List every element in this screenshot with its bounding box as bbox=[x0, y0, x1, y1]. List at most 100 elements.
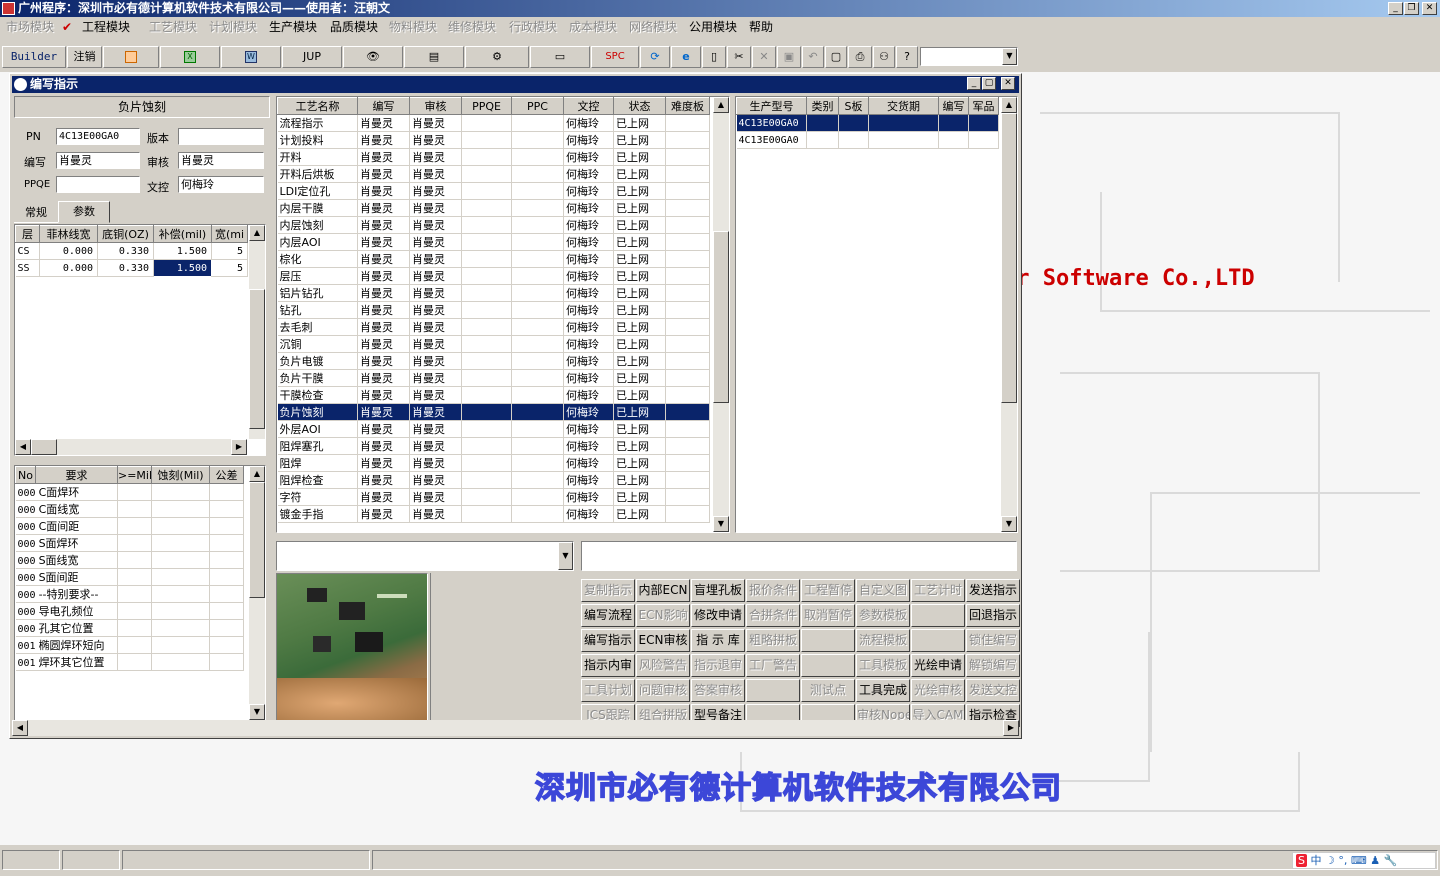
process-cell[interactable]: 肖曼灵 bbox=[409, 335, 462, 353]
menu-6[interactable]: 物料模块 bbox=[389, 17, 437, 37]
action-button[interactable]: 测试点 bbox=[801, 679, 855, 702]
process-cell[interactable] bbox=[461, 437, 512, 455]
requirement-cell[interactable] bbox=[117, 483, 152, 501]
menu-4[interactable]: 生产模块 bbox=[269, 17, 317, 37]
model-cell[interactable]: 4C13E00GA0 bbox=[736, 114, 807, 132]
process-column-header[interactable]: 文控 bbox=[563, 97, 614, 115]
action-button[interactable]: 答案审核 bbox=[691, 679, 745, 702]
process-cell[interactable] bbox=[461, 165, 512, 183]
process-cell[interactable]: 负片蚀刻 bbox=[277, 403, 358, 421]
process-row[interactable]: 阻焊塞孔 肖曼灵 肖曼灵 何梅玲 已上网 bbox=[277, 437, 710, 455]
process-column-header[interactable]: PPQE bbox=[461, 97, 512, 115]
process-cell[interactable]: 已上网 bbox=[613, 284, 666, 302]
action-button[interactable]: 工具模板 bbox=[856, 654, 910, 677]
process-cell[interactable]: 肖曼灵 bbox=[357, 471, 410, 489]
model-cell[interactable]: 4C13E00GA0 bbox=[736, 131, 807, 149]
action-button[interactable]: 编写指示 bbox=[581, 629, 635, 652]
cut-button[interactable]: ✂ bbox=[727, 46, 751, 68]
process-cell[interactable]: 何梅玲 bbox=[563, 199, 614, 217]
action-button[interactable]: 参数模板 bbox=[856, 604, 910, 627]
process-cell[interactable]: 何梅玲 bbox=[563, 114, 614, 132]
process-cell[interactable]: 何梅玲 bbox=[563, 284, 614, 302]
tab-general[interactable]: 常规 bbox=[14, 204, 58, 223]
process-row[interactable]: 棕化 肖曼灵 肖曼灵 何梅玲 已上网 bbox=[277, 250, 710, 268]
process-cell[interactable]: 干膜检查 bbox=[277, 386, 358, 404]
process-cell[interactable] bbox=[511, 471, 564, 489]
model-row[interactable]: 4C13E00GA0 bbox=[736, 131, 999, 149]
model-cell[interactable] bbox=[968, 131, 999, 149]
requirement-cell[interactable] bbox=[117, 602, 152, 620]
requirement-row[interactable]: 000 --特别要求-- bbox=[15, 585, 244, 603]
requirement-cell[interactable] bbox=[117, 585, 152, 603]
process-cell[interactable] bbox=[665, 301, 710, 319]
refresh-button[interactable]: ⟳ bbox=[640, 46, 670, 68]
requirement-cell[interactable] bbox=[151, 500, 210, 518]
process-cell[interactable] bbox=[511, 505, 564, 523]
window-hscroll[interactable]: ◀ ▶ bbox=[12, 720, 1019, 736]
action-button[interactable]: 工具计划 bbox=[581, 679, 635, 702]
window-minimize-icon[interactable]: _ bbox=[967, 77, 981, 90]
requirement-cell[interactable] bbox=[117, 517, 152, 535]
param-cell[interactable]: 5 bbox=[211, 259, 248, 277]
process-cell[interactable]: 肖曼灵 bbox=[357, 335, 410, 353]
undo-button[interactable]: ↶ bbox=[802, 46, 824, 68]
excel-button[interactable]: X bbox=[160, 46, 220, 68]
ie-button[interactable]: e bbox=[671, 46, 701, 68]
requirement-column-header[interactable]: No bbox=[15, 466, 36, 484]
powerpoint-button[interactable] bbox=[103, 46, 159, 68]
process-cell[interactable] bbox=[665, 267, 710, 285]
action-button[interactable] bbox=[746, 679, 800, 702]
requirement-row[interactable]: 000 C面焊环 bbox=[15, 483, 244, 501]
model-cell[interactable] bbox=[938, 114, 969, 132]
process-cell[interactable]: 何梅玲 bbox=[563, 437, 614, 455]
delete-button[interactable]: ✕ bbox=[752, 46, 776, 68]
pn-field[interactable]: 4C13E00GA0 bbox=[56, 128, 140, 145]
requirement-column-header[interactable]: 公差 bbox=[209, 466, 244, 484]
requirement-cell[interactable] bbox=[117, 534, 152, 552]
process-cell[interactable] bbox=[511, 131, 564, 149]
param-column-header[interactable]: 菲林线宽 bbox=[39, 225, 98, 243]
scroll-up-icon[interactable]: ▲ bbox=[713, 97, 729, 113]
ime-toolbar[interactable]: S 中 ☽ °, ⌨ ♟ 🔧 bbox=[1292, 852, 1436, 869]
process-row[interactable]: 开料 肖曼灵 肖曼灵 何梅玲 已上网 bbox=[277, 148, 710, 166]
requirement-cell[interactable] bbox=[117, 653, 152, 671]
keyboard-icon[interactable]: ⌨ bbox=[1351, 854, 1367, 867]
logout-button[interactable]: 注销 bbox=[67, 46, 102, 68]
requirement-row[interactable]: 001 椭圆焊环短向 bbox=[15, 636, 244, 654]
process-cell[interactable]: 肖曼灵 bbox=[357, 386, 410, 404]
process-cell[interactable] bbox=[665, 403, 710, 421]
param-vscroll[interactable]: ▲ bbox=[249, 225, 265, 439]
process-cell[interactable]: 已上网 bbox=[613, 454, 666, 472]
requirement-cell[interactable] bbox=[209, 653, 244, 671]
process-cell[interactable] bbox=[665, 505, 710, 523]
scroll-right-icon[interactable]: ▶ bbox=[231, 439, 247, 455]
model-cell[interactable] bbox=[806, 114, 839, 132]
process-column-header[interactable]: 难度板 bbox=[665, 97, 710, 115]
model-column-header[interactable]: 编写 bbox=[938, 97, 969, 115]
process-cell[interactable] bbox=[511, 199, 564, 217]
action-button[interactable]: 发送文控 bbox=[966, 679, 1020, 702]
requirement-cell[interactable]: 000 S面间距 bbox=[15, 568, 118, 586]
process-row[interactable]: 字符 肖曼灵 肖曼灵 何梅玲 已上网 bbox=[277, 488, 710, 506]
scroll-down-icon[interactable]: ▼ bbox=[1001, 516, 1017, 532]
process-cell[interactable] bbox=[461, 369, 512, 387]
process-row[interactable]: 负片电镀 肖曼灵 肖曼灵 何梅玲 已上网 bbox=[277, 352, 710, 370]
param-cell[interactable]: SS bbox=[15, 259, 40, 277]
action-button[interactable]: 指 示 库 bbox=[691, 629, 745, 652]
param-row[interactable]: SS 0.000 0.330 1.500 5 bbox=[15, 259, 248, 277]
process-cell[interactable] bbox=[665, 437, 710, 455]
process-cell[interactable] bbox=[511, 182, 564, 200]
model-cell[interactable] bbox=[838, 131, 869, 149]
process-cell[interactable] bbox=[665, 165, 710, 183]
process-cell[interactable]: 负片干膜 bbox=[277, 369, 358, 387]
action-button[interactable]: 工厂警告 bbox=[746, 654, 800, 677]
process-row[interactable]: 流程指示 肖曼灵 肖曼灵 何梅玲 已上网 bbox=[277, 114, 710, 132]
process-cell[interactable]: 铝片钻孔 bbox=[277, 284, 358, 302]
process-cell[interactable]: 何梅玲 bbox=[563, 403, 614, 421]
requirement-cell[interactable]: 000 孔其它位置 bbox=[15, 619, 118, 637]
scroll-thumb[interactable] bbox=[1001, 113, 1017, 403]
param-hscroll[interactable]: ◀ ▶ bbox=[15, 439, 247, 455]
model-column-header[interactable]: 交货期 bbox=[868, 97, 939, 115]
menu-3[interactable]: 计划模块 bbox=[209, 17, 257, 37]
action-button[interactable]: 自定义图 bbox=[856, 579, 910, 602]
